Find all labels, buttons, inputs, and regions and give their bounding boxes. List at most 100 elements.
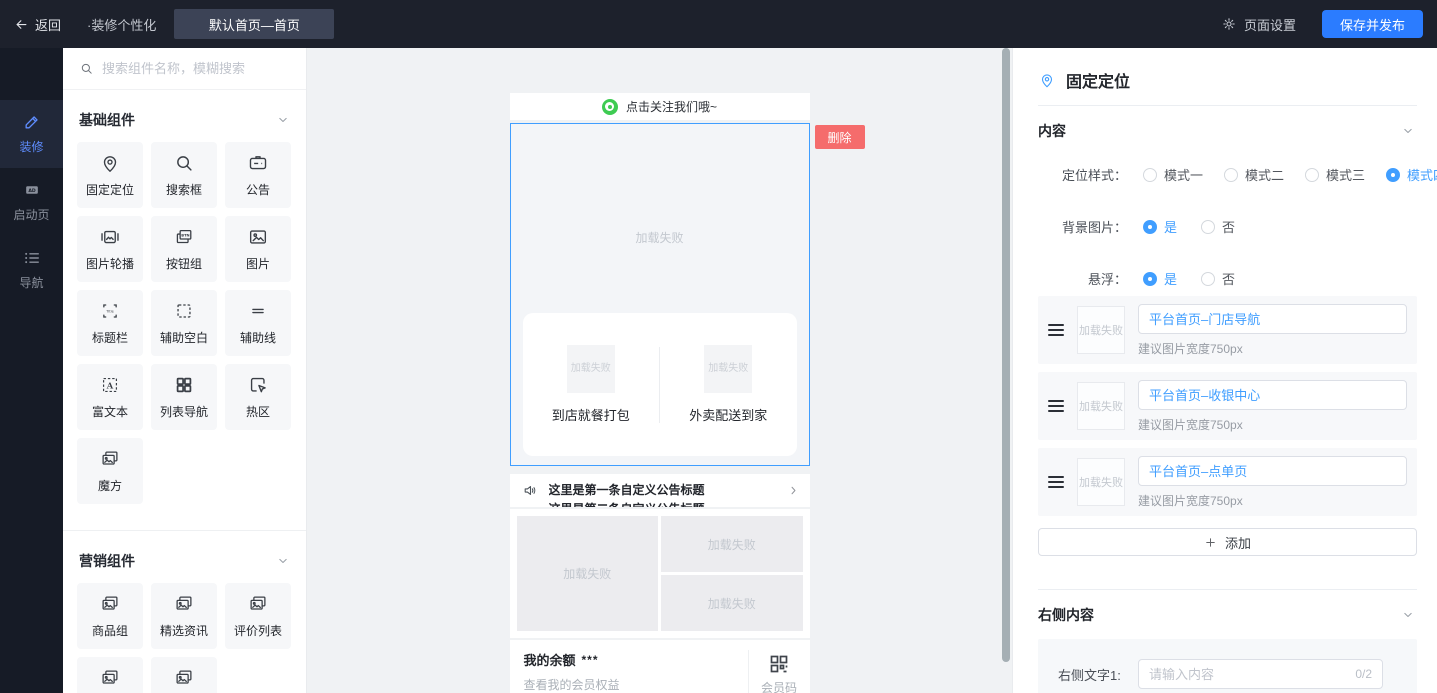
nav-item-title-input[interactable] [1138, 380, 1407, 410]
announcement-icon [247, 152, 269, 174]
component-card-hotzone[interactable]: 热区 [225, 364, 291, 430]
radio-bg-yes[interactable]: 是 [1143, 217, 1201, 236]
load-failed-text: 加载失败 [511, 229, 809, 246]
balance-bar[interactable]: 我的余额 *** 查看我的会员权益 会员码 [510, 640, 810, 693]
nav-item-title-input[interactable] [1138, 456, 1407, 486]
chevron-down-icon[interactable] [276, 554, 290, 568]
blank-space-icon [173, 300, 195, 322]
drag-handle-icon[interactable] [1048, 324, 1064, 336]
page-settings-button[interactable]: 页面设置 [1221, 15, 1296, 34]
chevron-down-icon[interactable] [276, 113, 290, 127]
component-card-rich-text[interactable]: 富文本 [77, 364, 143, 430]
component-label: 固定定位 [86, 181, 134, 198]
banner-item-label: 外卖配送到家 [689, 405, 767, 424]
component-card-store-info[interactable]: 门店信息 [151, 657, 217, 693]
selected-fixed-position-block[interactable]: 加载失败 加载失败 到店就餐打包 加载失败 外卖配送到家 删除 [510, 123, 810, 466]
back-button[interactable]: 返回 [14, 15, 61, 34]
canvas-scrollbar[interactable] [1002, 48, 1010, 693]
grid-cell-top[interactable]: 加载失败 [661, 516, 803, 572]
photos-icon [173, 667, 195, 689]
grid-cell-bottom[interactable]: 加载失败 [661, 575, 803, 631]
delete-button[interactable]: 删除 [815, 125, 865, 149]
component-card-announcement[interactable]: 公告 [225, 142, 291, 208]
right-text-input[interactable] [1149, 667, 1349, 682]
radio-label: 是 [1164, 269, 1177, 288]
component-card-product-group[interactable]: 商品组 [77, 583, 143, 649]
notice-bar[interactable]: 这里是第一条自定义公告标题 这里是第二条自定义公告标题 [510, 474, 810, 507]
pencil-icon [22, 112, 42, 132]
left-rail: 装修 启动页 导航 [0, 48, 63, 693]
photos-icon [99, 667, 121, 689]
component-card-image-carousel[interactable]: 图片轮播 [77, 216, 143, 282]
radio-icon [1224, 168, 1238, 182]
follow-us-bar[interactable]: 点击关注我们哦~ [510, 93, 810, 120]
component-card-cube[interactable]: 魔方 [77, 438, 143, 504]
add-item-button[interactable]: 添加 [1038, 528, 1417, 556]
thumbnail-placeholder[interactable]: 加载失败 [1077, 458, 1125, 506]
radio-float-yes[interactable]: 是 [1143, 269, 1201, 288]
style-label: 定位样式： [1033, 165, 1127, 184]
component-label: 辅助线 [240, 329, 276, 346]
image-grid-block[interactable]: 加载失败 加载失败 加载失败 [510, 509, 810, 638]
image-placeholder: 加载失败 [704, 345, 752, 393]
component-card-featured-news[interactable]: 精选资讯 [151, 583, 217, 649]
carousel-icon [99, 226, 121, 248]
banner-item-delivery[interactable]: 加载失败 外卖配送到家 [660, 345, 797, 424]
component-card-coupon-list[interactable]: 券包列表 [77, 657, 143, 693]
content-section-header: 内容 [1038, 121, 1415, 141]
radio-mode-2[interactable]: 模式二 [1224, 165, 1305, 184]
component-card-title-bar[interactable]: 标题栏 [77, 290, 143, 356]
tab-default-home[interactable]: 默认首页—首页 [174, 9, 334, 39]
rail-item-decorate[interactable]: 装修 [0, 100, 63, 168]
component-card-divider-line[interactable]: 辅助线 [225, 290, 291, 356]
rail-item-navigation[interactable]: 导航 [0, 236, 63, 304]
member-benefits-link[interactable]: 查看我的会员权益 [524, 676, 748, 693]
radio-mode-1[interactable]: 模式一 [1143, 165, 1224, 184]
marketing-components-grid: 商品组 精选资讯 评价列表 券包列表 门店信息 [77, 583, 292, 693]
radio-bg-no[interactable]: 否 [1201, 217, 1259, 236]
component-card-image[interactable]: 图片 [225, 216, 291, 282]
section-title: 营销组件 [79, 551, 135, 571]
drag-handle-icon[interactable] [1048, 400, 1064, 412]
radio-mode-3[interactable]: 模式三 [1305, 165, 1386, 184]
pin-icon [1038, 71, 1056, 89]
style-radio-group: 模式一 模式二 模式三 模式四 [1143, 165, 1437, 184]
float-radio-group: 是 否 [1143, 269, 1259, 288]
image-size-hint: 建议图片宽度750px [1138, 416, 1407, 433]
thumbnail-placeholder[interactable]: 加载失败 [1077, 306, 1125, 354]
thumbnail-placeholder[interactable]: 加载失败 [1077, 382, 1125, 430]
component-card-button-group[interactable]: 按钮组 [151, 216, 217, 282]
component-label: 评价列表 [234, 622, 282, 639]
canvas: 点击关注我们哦~ 加载失败 加载失败 到店就餐打包 加载失败 外卖配送到家 删除 [307, 48, 1012, 693]
drag-handle-icon[interactable] [1048, 476, 1064, 488]
chevron-down-icon[interactable] [1401, 124, 1415, 138]
radio-float-no[interactable]: 否 [1201, 269, 1259, 288]
component-card-blank-space[interactable]: 辅助空白 [151, 290, 217, 356]
topbar: 返回 ·装修个性化 默认首页—首页 页面设置 保存并发布 [0, 0, 1437, 48]
grid-cell-large[interactable]: 加载失败 [517, 516, 659, 631]
plus-icon [1204, 536, 1217, 549]
speaker-icon [522, 482, 539, 499]
radio-mode-4[interactable]: 模式四 [1386, 165, 1437, 184]
search-icon [173, 152, 195, 174]
member-code-button[interactable]: 会员码 [748, 650, 810, 693]
component-card-review-list[interactable]: 评价列表 [225, 583, 291, 649]
component-card-search-box[interactable]: 搜索框 [151, 142, 217, 208]
rail-item-label: 启动页 [13, 206, 49, 223]
image-placeholder: 加载失败 [567, 345, 615, 393]
banner-item-dine-in[interactable]: 加载失败 到店就餐打包 [523, 345, 660, 424]
chevron-down-icon[interactable] [1401, 608, 1415, 622]
nav-item-title-input[interactable] [1138, 304, 1407, 334]
right-text-input-wrap: 0/2 [1138, 659, 1383, 689]
right-text-row: 右侧文字1: 0/2 [1058, 659, 1417, 689]
component-card-fixed-position[interactable]: 固定定位 [77, 142, 143, 208]
rail-item-launch-page[interactable]: 启动页 [0, 168, 63, 236]
component-card-list-nav[interactable]: 列表导航 [151, 364, 217, 430]
search-input[interactable] [102, 61, 290, 76]
right-text-label: 右侧文字1: [1058, 665, 1138, 684]
radio-label: 模式四 [1407, 165, 1437, 184]
radio-icon [1201, 272, 1215, 286]
nav-list-icon [22, 248, 42, 268]
scrollbar-thumb[interactable] [1002, 48, 1010, 662]
save-publish-button[interactable]: 保存并发布 [1322, 10, 1423, 38]
